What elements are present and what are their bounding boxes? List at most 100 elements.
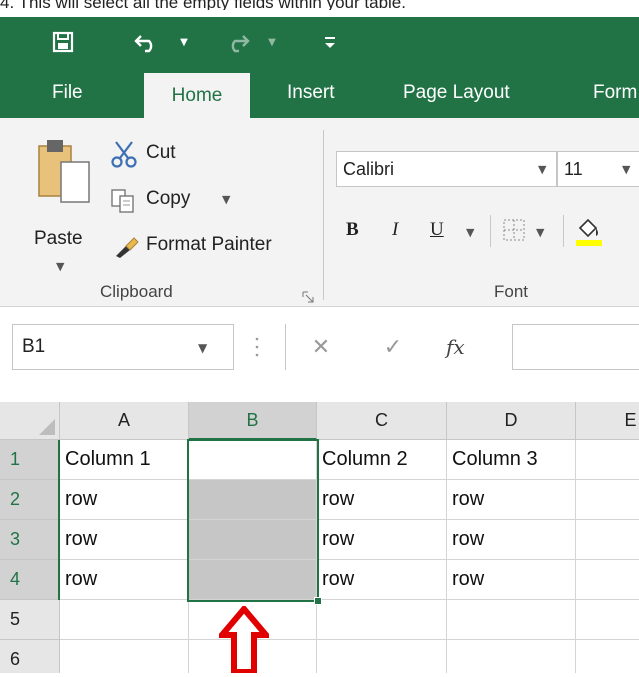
row-header-5[interactable]: 5 — [0, 600, 60, 640]
row-header-2[interactable]: 2 — [0, 480, 60, 520]
cell-e3[interactable] — [576, 520, 639, 560]
cancel-entry-button[interactable]: ✕ — [304, 324, 338, 370]
cell-c3[interactable]: row — [317, 520, 447, 560]
cell-c6[interactable] — [317, 640, 447, 673]
undo-dropdown-icon[interactable]: ▼ — [174, 17, 194, 67]
font-group-label: Font — [494, 282, 529, 301]
scissors-icon — [111, 141, 137, 168]
cell-e5[interactable] — [576, 600, 639, 640]
cell-c4[interactable]: row — [317, 560, 447, 600]
tab-formulas[interactable]: Form — [593, 67, 637, 118]
cell-b1[interactable] — [189, 440, 317, 480]
copy-label: Copy — [146, 188, 191, 209]
cell-a2[interactable]: row — [60, 480, 189, 520]
undo-icon[interactable] — [130, 17, 164, 67]
cell-b2[interactable] — [189, 480, 317, 520]
clipboard-group-label: Clipboard — [100, 282, 173, 301]
clipboard-dialog-launcher-icon[interactable] — [302, 288, 314, 303]
cell-d4[interactable]: row — [447, 560, 576, 600]
underline-button[interactable]: U — [430, 219, 444, 241]
worksheet-grid: A B C D E 1 Column 1 Column 2 Column 3 2 row row row… — [0, 402, 639, 673]
borders-dropdown-icon[interactable]: ▼ — [536, 226, 544, 239]
cell-c1[interactable]: Column 2 — [317, 440, 447, 480]
cell-c2[interactable]: row — [317, 480, 447, 520]
row-header-3[interactable]: 3 — [0, 520, 60, 560]
cell-a1[interactable]: Column 1 — [60, 440, 189, 480]
formula-input[interactable] — [512, 324, 639, 370]
tab-home[interactable]: Home — [144, 73, 250, 118]
copy-icon — [111, 189, 134, 213]
cell-e4[interactable] — [576, 560, 639, 600]
cell-e6[interactable] — [576, 640, 639, 673]
column-header-d[interactable]: D — [447, 402, 576, 440]
name-box-value: B1 — [22, 336, 46, 357]
row-header-4[interactable]: 4 — [0, 560, 60, 600]
column-header-b[interactable]: B — [189, 402, 317, 440]
ribbon-group-separator — [323, 130, 324, 300]
redo-dropdown-icon[interactable]: ▼ — [262, 17, 282, 67]
paste-label: Paste — [34, 228, 83, 249]
cell-d3[interactable]: row — [447, 520, 576, 560]
paste-dropdown-icon[interactable]: ▼ — [56, 260, 64, 273]
range-border-a — [58, 440, 60, 600]
insert-function-button[interactable]: fx — [446, 324, 465, 370]
format-painter-button[interactable]: Format Painter — [108, 230, 308, 262]
cell-a5[interactable] — [60, 600, 189, 640]
column-header-e[interactable]: E — [576, 402, 639, 440]
font-size-value: 11 — [564, 158, 583, 179]
cell-e2[interactable] — [576, 480, 639, 520]
ribbon-tab-bar: File Home Insert Page Layout Form — [0, 67, 639, 118]
enter-button[interactable]: ✓ — [376, 324, 410, 370]
font-name-combobox[interactable]: Calibri — [336, 151, 557, 187]
bold-button[interactable]: B — [346, 219, 359, 241]
title-bar: ▼ ▼ — [0, 17, 639, 67]
cell-d6[interactable] — [447, 640, 576, 673]
cell-b4[interactable] — [189, 560, 317, 600]
name-box-dropdown-icon[interactable]: ▼ — [198, 341, 207, 355]
cut-label: Cut — [146, 142, 176, 163]
italic-button[interactable]: I — [392, 219, 398, 241]
borders-icon[interactable] — [502, 218, 526, 242]
fill-handle[interactable] — [314, 597, 322, 605]
copy-button[interactable]: Copy ▼ — [108, 184, 248, 216]
font-name-dropdown-icon[interactable]: ▼ — [538, 163, 546, 176]
formula-bar: B1 ▼ ✕ ✓ fx — [0, 307, 639, 402]
tab-file[interactable]: File — [52, 67, 83, 118]
formula-bar-divider — [285, 324, 286, 370]
paste-button[interactable]: Paste ▼ — [30, 136, 100, 276]
tab-insert[interactable]: Insert — [287, 67, 335, 118]
save-icon[interactable] — [48, 17, 78, 67]
cell-c5[interactable] — [317, 600, 447, 640]
tab-page-layout[interactable]: Page Layout — [403, 67, 510, 118]
row-header-6[interactable]: 6 — [0, 640, 60, 673]
cell-d2[interactable]: row — [447, 480, 576, 520]
cut-button[interactable]: Cut — [108, 138, 228, 170]
format-painter-label: Format Painter — [146, 234, 272, 255]
cell-d5[interactable] — [447, 600, 576, 640]
formula-bar-grip-icon[interactable] — [255, 335, 259, 359]
copy-dropdown-icon[interactable]: ▼ — [222, 193, 230, 206]
cell-d1[interactable]: Column 3 — [447, 440, 576, 480]
select-all-button[interactable] — [0, 402, 60, 440]
underline-dropdown-icon[interactable]: ▼ — [466, 226, 474, 239]
cell-a6[interactable] — [60, 640, 189, 673]
ribbon-divider — [490, 215, 491, 247]
instruction-caption: 4. This will select all the empty fields… — [0, 0, 406, 10]
row-header-1[interactable]: 1 — [0, 440, 60, 480]
ribbon-divider-2 — [563, 215, 564, 247]
column-header-c[interactable]: C — [317, 402, 447, 440]
cell-e1[interactable] — [576, 440, 639, 480]
paintbrush-icon — [116, 237, 139, 258]
red-arrow-annotation-icon — [215, 604, 273, 675]
fill-color-icon[interactable] — [574, 214, 604, 248]
redo-icon[interactable] — [220, 17, 254, 67]
paste-icon — [38, 140, 90, 203]
customize-qat-icon[interactable] — [318, 17, 342, 67]
column-header-a[interactable]: A — [60, 402, 189, 440]
cell-a3[interactable]: row — [60, 520, 189, 560]
cell-a4[interactable]: row — [60, 560, 189, 600]
ribbon: Paste ▼ Cut Copy ▼ Format Painter Clipbo… — [0, 118, 639, 307]
font-name-value: Calibri — [343, 158, 395, 179]
font-size-dropdown-icon[interactable]: ▼ — [622, 163, 630, 176]
cell-b3[interactable] — [189, 520, 317, 560]
